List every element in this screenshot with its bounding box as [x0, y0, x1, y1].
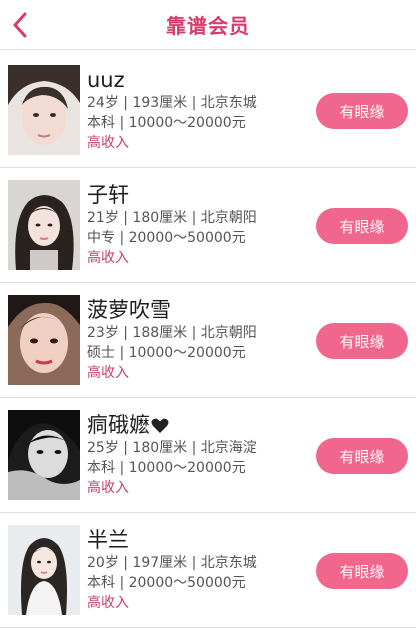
app-header: 靠谱会员	[0, 0, 416, 50]
like-button[interactable]: 有眼缘	[316, 438, 408, 474]
member-card[interactable]: uuz 24岁 | 193厘米 | 北京东城 本科 | 10000～20000元…	[0, 53, 416, 168]
member-info: 半兰 20岁 | 197厘米 | 北京东城 本科 | 20000～50000元 …	[87, 527, 306, 613]
member-tag: 高收入	[87, 595, 129, 611]
member-education-income: 本科 | 10000～20000元	[87, 115, 246, 131]
like-button[interactable]: 有眼缘	[316, 208, 408, 244]
member-name: 痌硪嬷	[87, 413, 150, 437]
member-tag: 高收入	[87, 480, 129, 496]
member-tag: 高收入	[87, 365, 129, 381]
member-details: 20岁 | 197厘米 | 北京东城	[87, 555, 257, 571]
member-name: 子轩	[87, 183, 129, 207]
like-button[interactable]: 有眼缘	[316, 93, 408, 129]
member-details: 25岁 | 180厘米 | 北京海淀	[87, 440, 257, 456]
member-info: uuz 24岁 | 193厘米 | 北京东城 本科 | 10000～20000元…	[87, 67, 306, 153]
member-tag: 高收入	[87, 250, 129, 266]
member-name: uuz	[87, 68, 125, 92]
member-info: 子轩 21岁 | 180厘米 | 北京朝阳 中专 | 20000～50000元 …	[87, 182, 306, 268]
avatar[interactable]	[8, 65, 80, 155]
member-education-income: 本科 | 10000～20000元	[87, 460, 246, 476]
member-card[interactable]: 菠萝吹雪 23岁 | 188厘米 | 北京朝阳 硕士 | 10000～20000…	[0, 283, 416, 398]
member-education-income: 中专 | 20000～50000元	[87, 230, 246, 246]
member-name-row: 痌硪嬷	[87, 412, 306, 438]
member-name: 半兰	[87, 528, 129, 552]
member-card[interactable]: 子轩 21岁 | 180厘米 | 北京朝阳 中专 | 20000～50000元 …	[0, 168, 416, 283]
member-education-income: 硕士 | 10000～20000元	[87, 345, 246, 361]
like-button[interactable]: 有眼缘	[316, 323, 408, 359]
member-info: 痌硪嬷 25岁 | 180厘米 | 北京海淀 本科 | 10000～20000元…	[87, 412, 306, 498]
page-title: 靠谱会员	[166, 14, 250, 38]
avatar[interactable]	[8, 295, 80, 385]
member-details: 24岁 | 193厘米 | 北京东城	[87, 95, 257, 111]
member-info: 菠萝吹雪 23岁 | 188厘米 | 北京朝阳 硕士 | 10000～20000…	[87, 297, 306, 383]
member-details: 21岁 | 180厘米 | 北京朝阳	[87, 210, 257, 226]
member-education-income: 本科 | 20000～50000元	[87, 575, 246, 591]
avatar[interactable]	[8, 410, 80, 500]
like-button[interactable]: 有眼缘	[316, 553, 408, 589]
member-card[interactable]: 痌硪嬷 25岁 | 180厘米 | 北京海淀 本科 | 10000～20000元…	[0, 398, 416, 513]
member-card[interactable]: 半兰 20岁 | 197厘米 | 北京东城 本科 | 20000～50000元 …	[0, 513, 416, 628]
member-details: 23岁 | 188厘米 | 北京朝阳	[87, 325, 257, 341]
heart-icon	[151, 418, 169, 433]
avatar[interactable]	[8, 180, 80, 270]
chevron-left-icon	[13, 12, 27, 38]
member-tag: 高收入	[87, 135, 129, 151]
member-name: 菠萝吹雪	[87, 298, 171, 322]
back-button[interactable]	[0, 0, 40, 50]
avatar[interactable]	[8, 525, 80, 615]
